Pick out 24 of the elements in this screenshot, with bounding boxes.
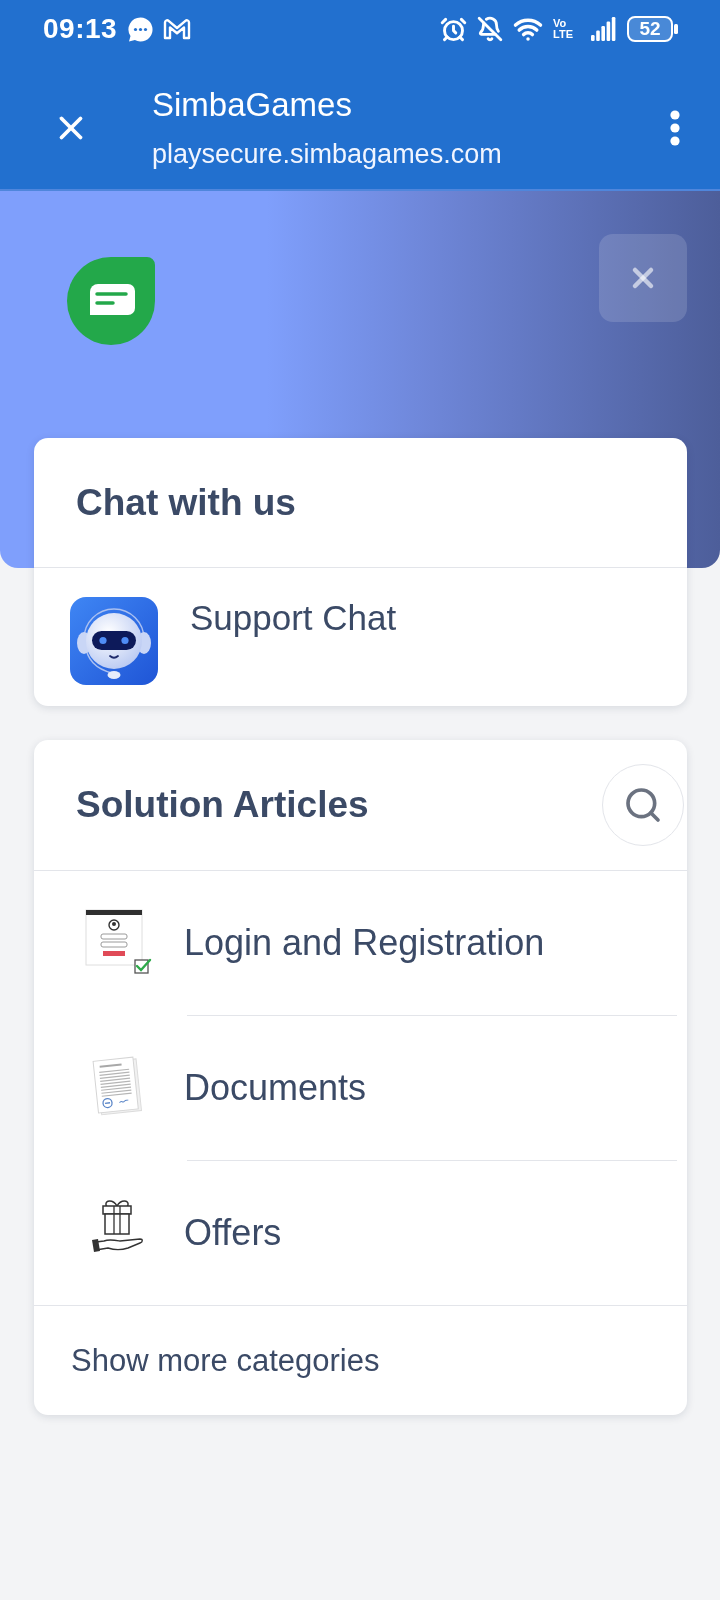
network-type-label: Vo LTE [553,18,573,40]
category-link[interactable]: Login and Registration [184,922,545,964]
page-url: playsecure.simbagames.com [152,137,503,170]
show-more-link[interactable]: Show more categories [71,1342,380,1379]
more-vertical-icon [670,109,680,146]
battery-cap-icon [674,24,678,34]
chat-bubble-icon [127,15,155,43]
robot-avatar-icon [70,597,158,685]
search-icon [623,785,663,825]
more-options-button[interactable] [670,109,680,146]
widget-close-button[interactable] [599,234,687,322]
card-title: Solution Articles [76,784,369,826]
alarm-clock-icon [440,15,468,43]
clock-time: 09:13 [43,13,118,45]
bell-off-icon [477,16,504,42]
page-title: SimbaGames [152,85,353,124]
signal-bars-icon [591,17,617,41]
category-link[interactable]: Documents [184,1067,367,1109]
category-link[interactable]: Offers [184,1212,282,1254]
support-chat-link[interactable]: Support Chat [190,597,397,639]
battery-level: 52 [627,16,673,42]
mail-m-icon [162,17,193,41]
card-title: Chat with us [76,481,296,524]
chat-logo-icon [67,257,155,345]
